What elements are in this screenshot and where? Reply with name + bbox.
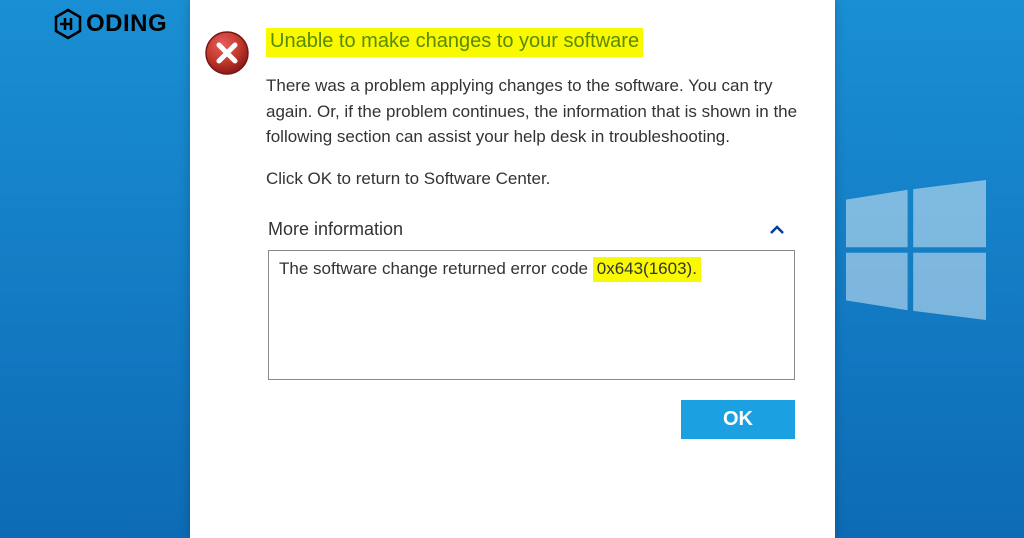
dialog-body-paragraph-1: There was a problem applying changes to …	[266, 73, 803, 150]
coding-hex-icon	[52, 8, 84, 40]
dialog-body-paragraph-2: Click OK to return to Software Center.	[266, 166, 803, 192]
error-details-box: The software change returned error code …	[268, 250, 795, 380]
error-message-prefix: The software change returned error code	[279, 259, 593, 278]
ok-button[interactable]: OK	[681, 400, 795, 439]
desktop-background: ODING Unab	[0, 0, 1024, 538]
more-info-label: More information	[268, 219, 403, 240]
chevron-up-icon	[769, 222, 785, 238]
watermark-text: ODING	[86, 10, 167, 38]
error-code-value: 0x643(1603).	[593, 257, 701, 282]
watermark-logo: ODING	[52, 8, 167, 40]
error-dialog: Unable to make changes to your software …	[190, 0, 835, 538]
more-info-toggle[interactable]: More information	[268, 213, 795, 246]
dialog-title: Unable to make changes to your software	[266, 28, 643, 57]
windows-logo-icon	[846, 180, 986, 320]
error-icon	[204, 30, 250, 76]
